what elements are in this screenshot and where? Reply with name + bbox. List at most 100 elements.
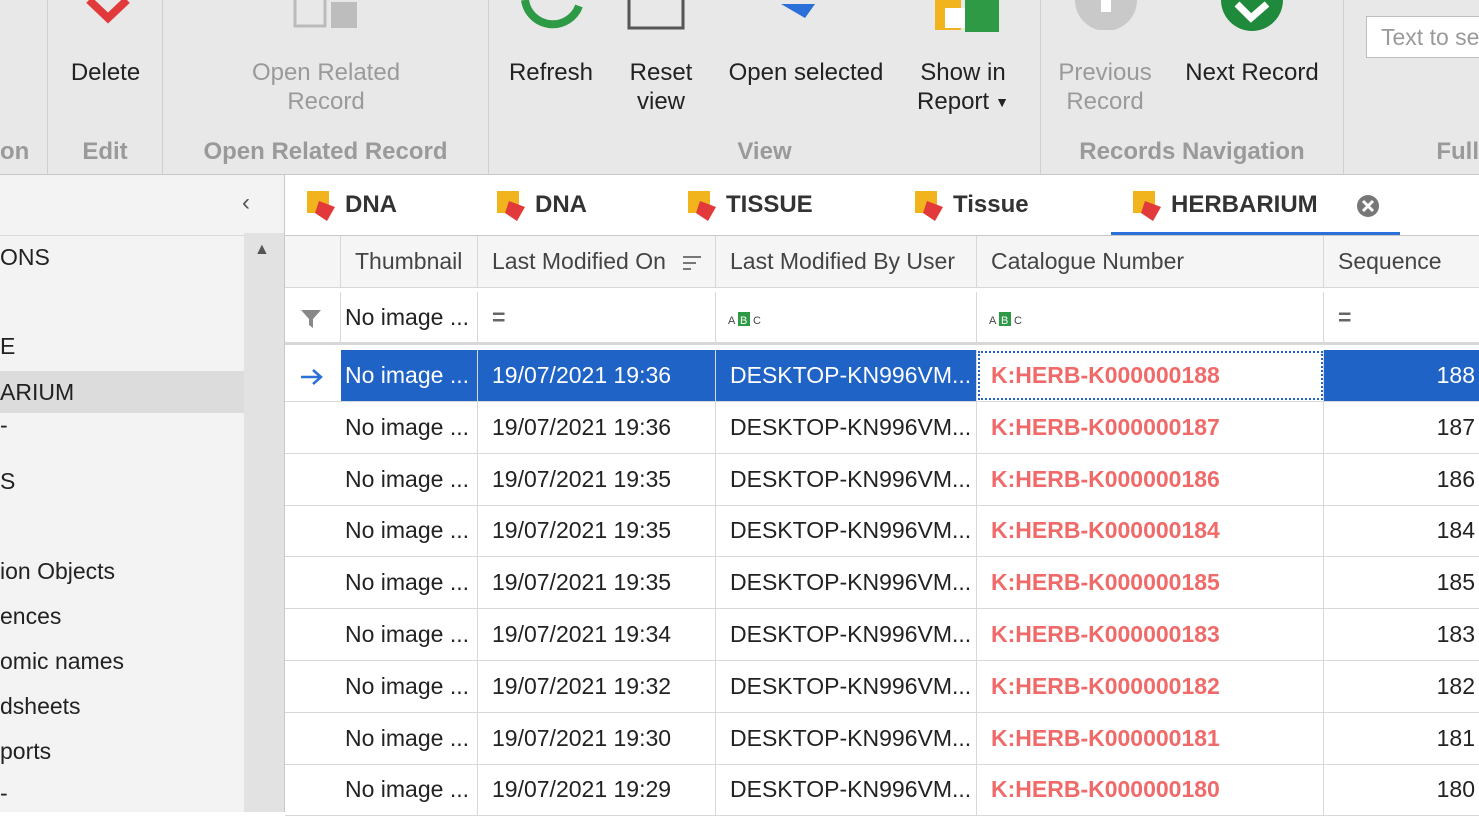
cell-last-modified-by-user[interactable]: DESKTOP-KN996VM... (716, 557, 977, 609)
sidebar: ‹ ONS E ARIUM - S ion Objects ences omic… (0, 175, 285, 812)
cell-last-modified-by-user[interactable]: DESKTOP-KN996VM... (716, 660, 977, 712)
table-row[interactable]: No image ... 19/07/2021 19:32 DESKTOP-KN99… (285, 660, 1479, 713)
open-related-button[interactable]: Open Related Record (163, 58, 489, 116)
show-in-report-button[interactable]: Show in Report ▼ (903, 58, 1023, 117)
cell-sequence[interactable]: 180 (1324, 764, 1479, 815)
cell-catalogue-number[interactable]: K:HERB-K000000185 (977, 557, 1324, 609)
cell-catalogue-number[interactable]: K:HERB-K000000184 (977, 505, 1324, 557)
cell-last-modified-on[interactable]: 19/07/2021 19:36 (478, 350, 716, 401)
cell-last-modified-on[interactable]: 19/07/2021 19:35 (478, 505, 716, 557)
filter-last-modified-by-user-input[interactable]: ABC (716, 292, 977, 343)
table-row-focused[interactable]: No image ... 19/07/2021 19:36 DESKTOP-KN99… (285, 350, 1479, 402)
cell-sequence[interactable]: 187 (1324, 402, 1479, 453)
focused-row-arrow-icon (301, 368, 323, 385)
tab-herbarium[interactable]: HERBARIUM (1111, 175, 1400, 235)
next-record-button[interactable]: Next Record (1177, 58, 1327, 87)
sidebar-item[interactable]: - (0, 778, 244, 808)
column-header-catalogue-number[interactable]: Catalogue Number (977, 236, 1324, 287)
tab-dna-2[interactable]: DNA (495, 175, 587, 235)
cell-thumbnail[interactable]: No image ... (341, 401, 478, 453)
column-header-last-modified-by-user[interactable]: Last Modified By User (716, 236, 977, 287)
cell-last-modified-on[interactable]: 19/07/2021 19:32 (478, 660, 716, 712)
cell-sequence[interactable]: 181 (1324, 713, 1479, 764)
filter-catalogue-number-input[interactable]: ABC (977, 292, 1324, 343)
table-row[interactable]: No image ... 19/07/2021 19:35 DESKTOP-KN99… (285, 505, 1479, 558)
collapse-sidebar-icon[interactable]: ‹ (242, 189, 250, 217)
cell-last-modified-by-user[interactable]: DESKTOP-KN996VM... (716, 609, 977, 660)
group-view-label: View (737, 138, 792, 165)
delete-label: Delete (70, 59, 141, 86)
cell-thumbnail[interactable]: No image ... (341, 350, 478, 401)
tab-tissue-1[interactable]: TISSUE (686, 175, 813, 235)
cell-last-modified-on[interactable]: 19/07/2021 19:36 (478, 401, 716, 453)
close-tab-icon[interactable] (1356, 194, 1380, 218)
cell-catalogue-number[interactable]: K:HERB-K000000186 (977, 453, 1324, 505)
table-row[interactable]: No image ... 19/07/2021 19:34 DESKTOP-KN99… (285, 609, 1479, 661)
table-row[interactable]: No image ... 19/07/2021 19:35 DESKTOP-KN99… (285, 453, 1479, 506)
column-header-sequence[interactable]: Sequence (1324, 236, 1479, 287)
open-related-label-1: Open Related (251, 59, 401, 86)
filter-thumbnail-input[interactable]: No image ... (341, 292, 478, 343)
cell-sequence[interactable]: 188 (1324, 350, 1479, 401)
report-icon (935, 0, 999, 32)
cell-last-modified-by-user[interactable]: DESKTOP-KN996VM... (716, 350, 977, 401)
column-header-last-modified-on[interactable]: Last Modified On (478, 236, 716, 287)
cell-thumbnail[interactable]: No image ... (341, 505, 478, 557)
sidebar-item-selected[interactable]: ARIUM (0, 371, 244, 413)
table-row[interactable]: No image ... 19/07/2021 19:29 DESKTOP-KN99… (285, 764, 1479, 816)
cell-last-modified-by-user[interactable]: DESKTOP-KN996VM... (716, 453, 977, 505)
filter-last-modified-on-input[interactable]: = (478, 292, 716, 343)
cell-catalogue-number[interactable]: K:HERB-K000000181 (977, 712, 1324, 764)
cell-last-modified-by-user[interactable]: DESKTOP-KN996VM... (716, 505, 977, 557)
cell-sequence[interactable]: 182 (1324, 661, 1479, 712)
cell-sequence[interactable]: 184 (1324, 505, 1479, 556)
scroll-up-icon[interactable]: ▲ (254, 241, 270, 259)
cell-last-modified-on[interactable]: 19/07/2021 19:35 (478, 453, 716, 505)
cell-sequence[interactable]: 183 (1324, 609, 1479, 660)
sidebar-item[interactable]: ports (0, 733, 244, 769)
tab-label: Tissue (953, 191, 1029, 218)
filter-sequence-input[interactable]: = (1324, 292, 1479, 343)
delete-button[interactable]: Delete (48, 58, 163, 87)
sidebar-item[interactable]: omic names (0, 643, 244, 679)
cell-sequence[interactable]: 185 (1324, 557, 1479, 608)
cell-thumbnail[interactable]: No image ... (341, 609, 478, 660)
cell-catalogue-number[interactable]: K:HERB-K000000180 (977, 764, 1324, 816)
previous-record-button[interactable]: Previous Record (1055, 58, 1155, 116)
sidebar-scrollbar[interactable]: ▲ (244, 233, 284, 812)
table-row[interactable]: No image ... 19/07/2021 19:35 DESKTOP-KN99… (285, 557, 1479, 610)
tab-tissue-2[interactable]: Tissue (913, 175, 1029, 235)
cell-thumbnail[interactable]: No image ... (341, 712, 478, 764)
cell-last-modified-on[interactable]: 19/07/2021 19:30 (478, 712, 716, 764)
cell-last-modified-on[interactable]: 19/07/2021 19:35 (478, 557, 716, 609)
cell-last-modified-by-user[interactable]: DESKTOP-KN996VM... (716, 764, 977, 816)
cell-sequence[interactable]: 186 (1324, 454, 1479, 505)
open-selected-button[interactable]: Open selected (721, 58, 891, 87)
tab-dna-1[interactable]: DNA (305, 175, 397, 235)
reset-view-button[interactable]: Reset view (611, 58, 711, 116)
cell-last-modified-by-user[interactable]: DESKTOP-KN996VM... (716, 712, 977, 764)
sidebar-item[interactable]: ONS (0, 239, 244, 275)
column-header-thumbnail[interactable]: Thumbnail (341, 236, 478, 287)
table-row[interactable]: No image ... 19/07/2021 19:30 DESKTOP-KN99… (285, 712, 1479, 765)
cell-last-modified-by-user[interactable]: DESKTOP-KN996VM... (716, 401, 977, 453)
search-input[interactable]: Text to se (1366, 16, 1479, 58)
sidebar-item[interactable]: ences (0, 598, 244, 634)
sidebar-item[interactable]: S (0, 463, 244, 499)
cell-catalogue-number[interactable]: K:HERB-K000000187 (977, 401, 1324, 453)
cell-last-modified-on[interactable]: 19/07/2021 19:29 (478, 764, 716, 816)
cell-thumbnail[interactable]: No image ... (341, 660, 478, 712)
cell-catalogue-number[interactable]: K:HERB-K000000182 (977, 660, 1324, 712)
refresh-button[interactable]: Refresh (501, 58, 601, 87)
sidebar-item[interactable]: - (0, 413, 244, 437)
cell-last-modified-on[interactable]: 19/07/2021 19:34 (478, 609, 716, 660)
cell-catalogue-number[interactable]: K:HERB-K000000183 (977, 609, 1324, 660)
sidebar-item[interactable]: ion Objects (0, 553, 244, 589)
table-row[interactable]: No image ... 19/07/2021 19:36 DESKTOP-KN99… (285, 401, 1479, 454)
cell-catalogue-number[interactable]: K:HERB-K000000188 (977, 350, 1324, 401)
cell-thumbnail[interactable]: No image ... (341, 764, 478, 816)
cell-thumbnail[interactable]: No image ... (341, 453, 478, 505)
sidebar-item[interactable]: E (0, 328, 244, 364)
cell-thumbnail[interactable]: No image ... (341, 557, 478, 609)
sidebar-item[interactable]: dsheets (0, 688, 244, 724)
